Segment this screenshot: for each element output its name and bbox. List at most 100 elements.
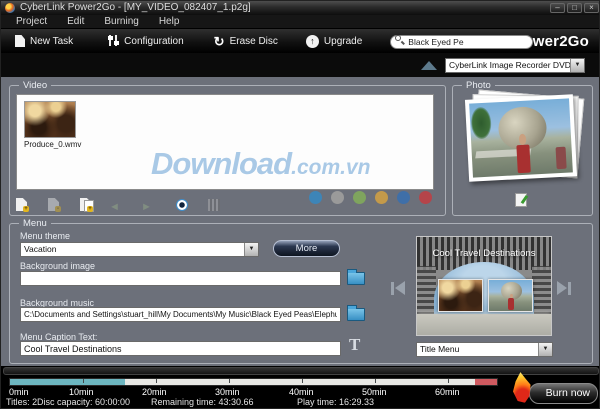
more-button[interactable]: More bbox=[273, 240, 340, 257]
watermark: Download.com.vn bbox=[151, 146, 471, 182]
background-music-field[interactable] bbox=[20, 307, 341, 322]
upgrade-icon: ↑ bbox=[306, 35, 319, 48]
power2go-logo: Power2Go bbox=[513, 33, 589, 50]
dot-icon bbox=[331, 191, 344, 204]
main-toolbar: New Task Configuration ↻ Erase Disc ↑ Up… bbox=[1, 29, 600, 53]
dot-icon bbox=[309, 191, 322, 204]
eject-icon[interactable] bbox=[421, 61, 437, 70]
tick-50min: 50min bbox=[362, 387, 387, 397]
dot-icon bbox=[419, 191, 432, 204]
preview-menu-title: Cool Travel Destinations bbox=[417, 248, 551, 259]
photo-image bbox=[469, 98, 573, 177]
move-right-icon: ► bbox=[141, 201, 152, 213]
new-task-label: New Task bbox=[30, 36, 73, 47]
video-section-title: Video bbox=[19, 80, 51, 91]
watermark-suffix: .com.vn bbox=[291, 156, 370, 179]
configuration-label: Configuration bbox=[124, 36, 183, 47]
play-time: Play time: 16:29.33 bbox=[297, 397, 374, 407]
menu-burning[interactable]: Burning bbox=[95, 16, 147, 27]
maximize-button[interactable]: □ bbox=[567, 3, 582, 13]
menu-theme-label: Menu theme bbox=[20, 231, 70, 241]
move-left-icon: ◄ bbox=[109, 201, 120, 213]
remove-video-button[interactable]: - bbox=[45, 197, 65, 213]
search-input[interactable] bbox=[390, 35, 533, 49]
dot-icon bbox=[375, 191, 388, 204]
next-menu-button[interactable] bbox=[557, 281, 571, 295]
erase-disc-button[interactable]: ↻ Erase Disc bbox=[214, 35, 278, 48]
tick-40min: 40min bbox=[289, 387, 314, 397]
tick-60min: 60min bbox=[435, 387, 460, 397]
preview-button[interactable] bbox=[173, 197, 193, 213]
browse-music-folder-icon[interactable] bbox=[347, 308, 365, 321]
upgrade-label: Upgrade bbox=[324, 36, 362, 47]
film-strip-icon bbox=[208, 199, 220, 211]
tick-20min: 20min bbox=[142, 387, 167, 397]
capacity-over bbox=[475, 379, 497, 385]
configuration-button[interactable]: Configuration bbox=[107, 35, 183, 47]
new-task-icon bbox=[15, 35, 25, 47]
minimize-button[interactable]: – bbox=[550, 3, 565, 13]
previous-menu-button[interactable] bbox=[391, 281, 405, 295]
search-box bbox=[390, 32, 533, 50]
new-task-button[interactable]: New Task bbox=[15, 35, 73, 47]
erase-disc-label: Erase Disc bbox=[230, 36, 278, 47]
configuration-icon bbox=[107, 35, 119, 47]
capacity-used bbox=[10, 379, 125, 385]
window-title: CyberLink Power2Go - [MY_VIDEO_082407_1.… bbox=[20, 1, 251, 15]
watermark-text: Download bbox=[151, 146, 291, 181]
browse-image-folder-icon[interactable] bbox=[347, 272, 365, 285]
preview-icon bbox=[176, 199, 188, 211]
menu-caption-field[interactable] bbox=[20, 341, 341, 356]
dot-icon bbox=[397, 191, 410, 204]
menu-theme-select[interactable]: Vacation ▼ bbox=[20, 242, 259, 257]
divider bbox=[3, 367, 599, 375]
edit-video-button[interactable]: + bbox=[77, 197, 97, 213]
photo-thumbnail[interactable] bbox=[465, 94, 577, 182]
disc-capacity: Disc capacity: 60:00:00 bbox=[37, 397, 130, 407]
menu-project[interactable]: Project bbox=[7, 16, 56, 27]
chevron-down-icon[interactable]: ▼ bbox=[244, 243, 258, 256]
titles-count: Titles: 2 bbox=[6, 397, 37, 407]
title-bar: CyberLink Power2Go - [MY_VIDEO_082407_1.… bbox=[1, 1, 600, 15]
tick-0min: 0min bbox=[9, 387, 29, 397]
move-right-button[interactable]: ► bbox=[141, 197, 161, 213]
erase-disc-icon: ↻ bbox=[214, 35, 225, 48]
move-left-button[interactable]: ◄ bbox=[109, 197, 129, 213]
upgrade-button[interactable]: ↑ Upgrade bbox=[306, 35, 362, 48]
remaining-time: Remaining time: 43:30.66 bbox=[151, 397, 254, 407]
capacity-bar bbox=[9, 378, 498, 386]
background-image-field[interactable] bbox=[20, 271, 341, 286]
text-tool-icon[interactable]: T bbox=[349, 335, 360, 355]
next-icon bbox=[568, 282, 571, 295]
preview-photo-thumb[interactable] bbox=[488, 279, 533, 312]
burn-now-button[interactable]: Burn now bbox=[529, 383, 598, 404]
preview-video-thumb[interactable] bbox=[438, 279, 483, 312]
menu-theme-value: Vacation bbox=[21, 243, 244, 256]
chevron-down-icon[interactable]: ▼ bbox=[538, 343, 552, 356]
menu-preview[interactable]: Cool Travel Destinations bbox=[416, 236, 552, 336]
menu-help[interactable]: Help bbox=[150, 16, 189, 27]
video-clip-image bbox=[25, 102, 75, 137]
power2go-window: CyberLink Power2Go - [MY_VIDEO_082407_1.… bbox=[0, 0, 600, 409]
recorder-value: CyberLink Image Recorder DVD5 (4483MB) bbox=[446, 59, 570, 72]
video-clip-thumbnail[interactable] bbox=[24, 101, 76, 138]
menu-view-select[interactable]: Title Menu ▼ bbox=[416, 342, 553, 357]
recorder-select[interactable]: CyberLink Image Recorder DVD5 (4483MB) ▼ bbox=[445, 58, 585, 73]
menu-section-title: Menu bbox=[19, 218, 51, 229]
split-video-button[interactable] bbox=[205, 197, 225, 213]
menu-edit[interactable]: Edit bbox=[58, 16, 93, 27]
previous-icon bbox=[391, 282, 394, 295]
app-icon bbox=[5, 3, 15, 13]
tick-30min: 30min bbox=[215, 387, 240, 397]
close-button[interactable]: × bbox=[584, 3, 599, 13]
edit-photo-icon[interactable] bbox=[515, 193, 527, 207]
chevron-down-icon[interactable]: ▼ bbox=[570, 59, 584, 72]
menu-bar: Project Edit Burning Help bbox=[1, 15, 600, 29]
menu-view-value: Title Menu bbox=[417, 343, 538, 356]
add-video-button[interactable]: + bbox=[13, 197, 33, 213]
background-image-label: Background image bbox=[20, 261, 95, 271]
tick-10min: 10min bbox=[69, 387, 94, 397]
watermark-dots bbox=[309, 191, 432, 204]
capacity-free bbox=[125, 379, 475, 385]
dot-icon bbox=[353, 191, 366, 204]
